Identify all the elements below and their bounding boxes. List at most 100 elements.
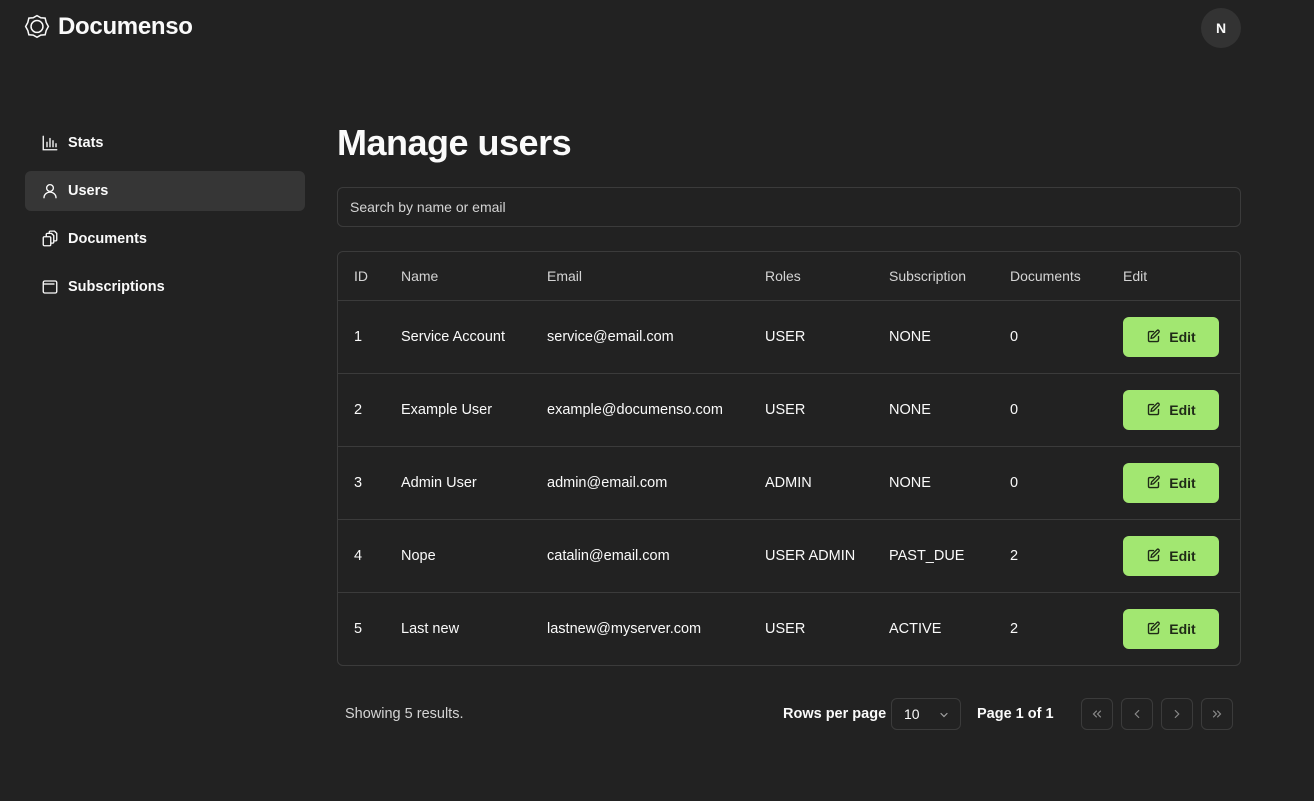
- next-page-button[interactable]: [1161, 698, 1193, 730]
- cell-documents: 2: [1010, 620, 1019, 637]
- chevrons-right-icon: [1212, 710, 1222, 718]
- cell-edit: Edit: [1107, 300, 1240, 374]
- pagination: Showing 5 results. Rows per page 10 Page…: [337, 698, 1241, 730]
- cell-subscription: PAST_DUE: [873, 519, 994, 593]
- sidebar-item-users[interactable]: Users: [25, 171, 305, 211]
- cell-email: service@email.com: [531, 300, 749, 374]
- edit-button[interactable]: Edit: [1123, 462, 1219, 503]
- cell-roles: USER: [765, 620, 806, 637]
- edit-icon: [1148, 475, 1161, 489]
- cell-name: Admin User: [385, 446, 531, 520]
- cell-name: Example User: [385, 373, 531, 447]
- cell-email: example@documenso.com: [531, 373, 749, 447]
- edit-button[interactable]: Edit: [1123, 316, 1219, 357]
- previous-page-button[interactable]: [1121, 698, 1153, 730]
- table-row: 1 Service Account service@email.com USER NON…: [338, 300, 1240, 374]
- table-header-row: ID Name Email Roles Subscription Documen…: [338, 252, 1240, 301]
- cell-subscription: NONE: [873, 446, 994, 520]
- sidebar-item-label: Stats: [68, 135, 104, 151]
- wallet-icon: [42, 280, 58, 294]
- files-icon: [42, 230, 58, 247]
- bar-chart-icon: [42, 135, 58, 151]
- edit-button[interactable]: Edit: [1123, 535, 1219, 576]
- table-row: 2 Example User example@documenso.com USER NO…: [338, 373, 1240, 447]
- cell-id: 1: [338, 300, 385, 374]
- cell-email: lastnew@myserver.com: [547, 620, 702, 637]
- chevron-right-icon: [1174, 709, 1180, 719]
- cell-roles: USER: [749, 300, 873, 374]
- last-page-button[interactable]: [1201, 698, 1233, 730]
- cell-name: Nope: [385, 519, 531, 593]
- column-header-name: Name: [385, 252, 531, 301]
- column-header-subscription: Subscription: [873, 252, 994, 301]
- cell-roles: USER ADMIN: [749, 519, 873, 593]
- cell-edit: Edit: [1107, 592, 1240, 665]
- edit-button-label: Edit: [1169, 547, 1196, 564]
- edit-button-label: Edit: [1169, 620, 1196, 637]
- user-icon: [43, 183, 57, 199]
- table-row: 4 Nope catalin@email.com USER ADMIN PAST_DUE…: [338, 519, 1240, 593]
- search-input[interactable]: [337, 187, 1241, 227]
- sidebar-item-label: Subscriptions: [68, 279, 165, 295]
- cell-subscription: NONE: [873, 373, 994, 447]
- edit-icon: [1148, 402, 1161, 416]
- cell-id: 5: [354, 620, 363, 637]
- results-count: Showing 5 results.: [345, 706, 464, 722]
- cell-documents: 2: [994, 519, 1107, 593]
- cell-name: Last new: [401, 620, 460, 637]
- edit-button-label: Edit: [1169, 328, 1196, 345]
- sidebar-item-documents[interactable]: Documents: [25, 219, 305, 259]
- edit-button[interactable]: Edit: [1123, 389, 1219, 430]
- logo[interactable]: Documenso: [24, 13, 193, 41]
- cell-id: 4: [338, 519, 385, 593]
- app-name: Documenso: [58, 13, 193, 40]
- edit-icon: [1148, 621, 1161, 635]
- column-header-edit: Edit: [1107, 252, 1240, 301]
- sidebar-item-stats[interactable]: Stats: [25, 123, 305, 163]
- cell-id: 2: [338, 373, 385, 447]
- top-bar: Documenso N: [0, 0, 1314, 56]
- sidebar-item-label: Documents: [68, 231, 147, 247]
- edit-button-label: Edit: [1169, 474, 1196, 491]
- cell-subscription: NONE: [873, 300, 994, 374]
- main-content: Manage users ID Name Email Roles Subscri…: [337, 120, 1241, 666]
- edit-button-label: Edit: [1169, 401, 1196, 418]
- rows-per-page-value: 10: [904, 706, 920, 722]
- rows-per-page-label: Rows per page: [783, 706, 887, 722]
- cell-roles: ADMIN: [749, 446, 873, 520]
- cell-documents: 0: [994, 300, 1107, 374]
- chevrons-left-icon: [1092, 710, 1102, 718]
- sidebar: Stats Users Documents Subscriptions: [25, 123, 305, 315]
- cell-subscription: ACTIVE: [889, 620, 942, 637]
- chevron-left-icon: [1134, 709, 1140, 719]
- column-header-email: Email: [531, 252, 749, 301]
- users-table: ID Name Email Roles Subscription Documen…: [337, 251, 1241, 666]
- cell-name: Service Account: [385, 300, 531, 374]
- cell-edit: Edit: [1107, 519, 1240, 593]
- column-header-roles: Roles: [749, 252, 873, 301]
- logo-icon: [24, 14, 50, 39]
- cell-roles: USER: [749, 373, 873, 447]
- cell-documents: 0: [994, 373, 1107, 447]
- table-row: 3 Admin User admin@email.com ADMIN NONE 0 Edit: [338, 446, 1240, 520]
- rows-per-page-select[interactable]: 10: [891, 698, 961, 730]
- sidebar-item-label: Users: [68, 183, 109, 199]
- cell-email: admin@email.com: [531, 446, 749, 520]
- avatar[interactable]: N: [1201, 8, 1241, 48]
- column-header-id: ID: [338, 252, 385, 301]
- page-title: Manage users: [337, 122, 572, 163]
- cell-edit: Edit: [1107, 446, 1240, 520]
- table-row: 5 Last new lastnew@myserver.com USER ACTIVE 2…: [338, 592, 1240, 665]
- edit-icon: [1148, 329, 1161, 343]
- cell-email: catalin@email.com: [531, 519, 749, 593]
- edit-button[interactable]: Edit: [1123, 608, 1219, 649]
- first-page-button[interactable]: [1081, 698, 1113, 730]
- cell-edit: Edit: [1107, 373, 1240, 447]
- cell-documents: 0: [994, 446, 1107, 520]
- column-header-documents: Documents: [994, 252, 1107, 301]
- chevron-down-icon: [940, 712, 948, 718]
- page-info: Page 1 of 1: [977, 706, 1054, 722]
- edit-icon: [1148, 548, 1161, 562]
- sidebar-item-subscriptions[interactable]: Subscriptions: [25, 267, 305, 307]
- cell-id: 3: [338, 446, 385, 520]
